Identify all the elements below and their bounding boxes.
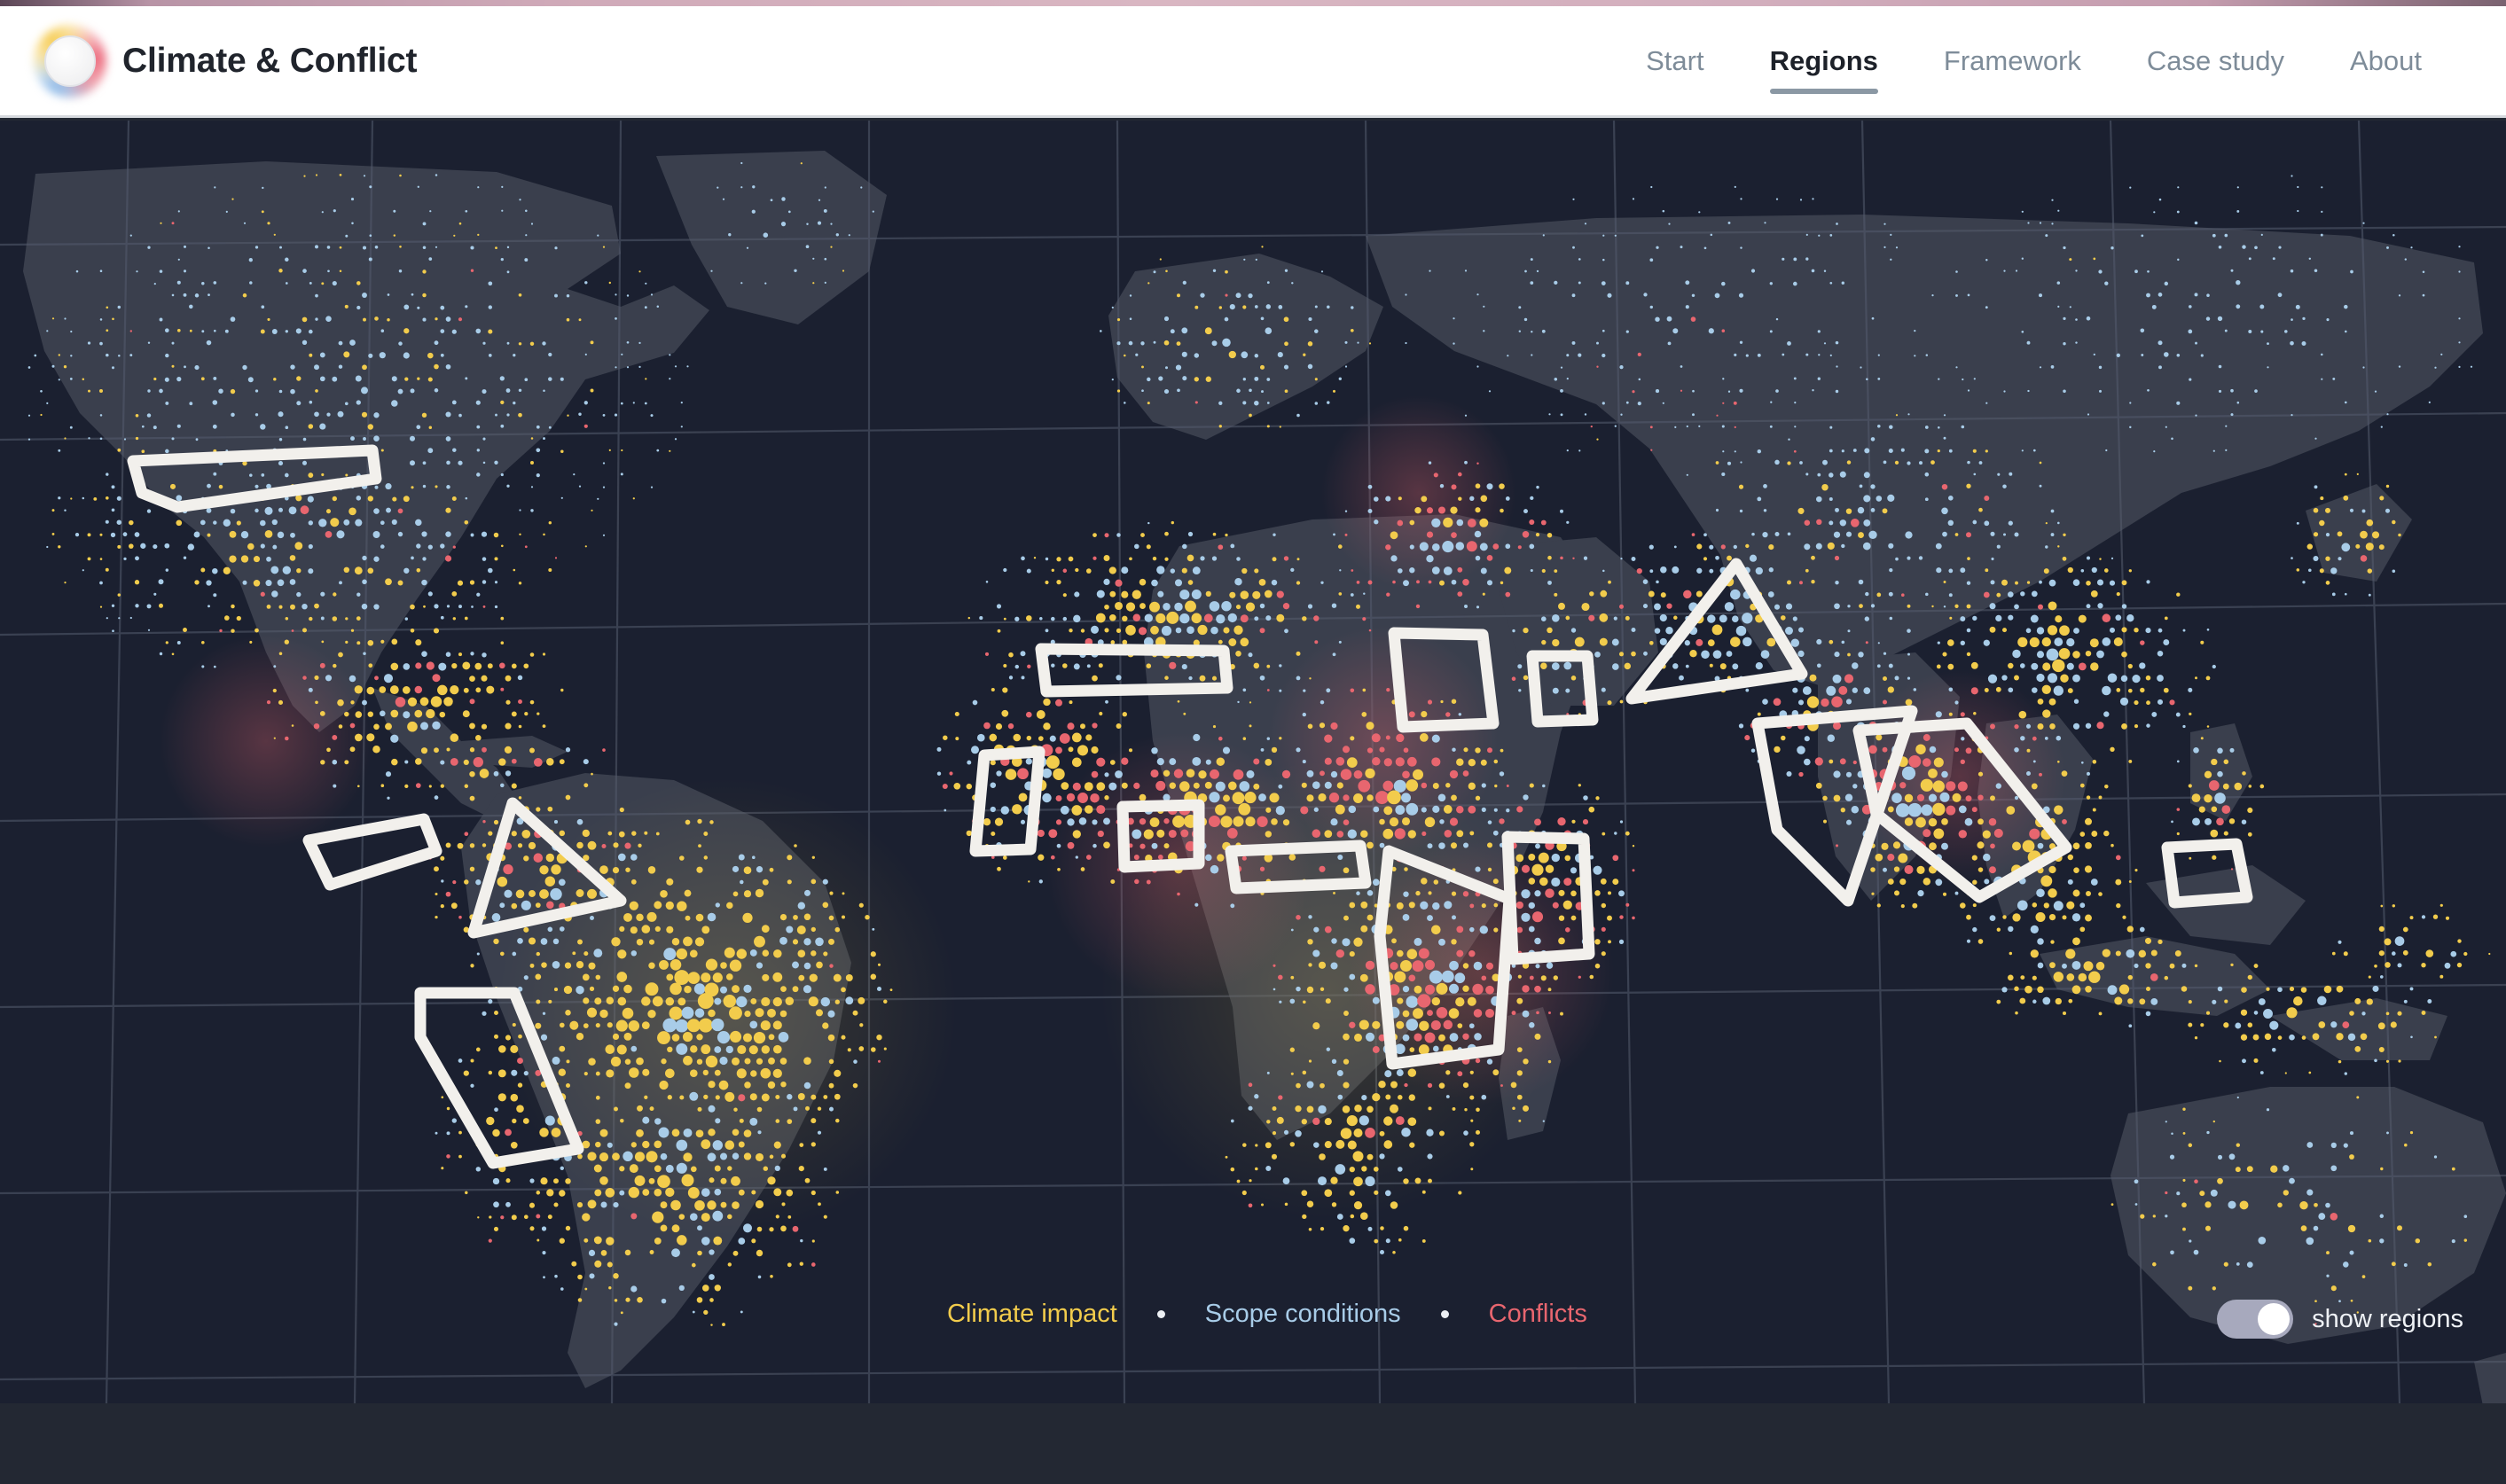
nav-item-case-study[interactable]: Case study bbox=[2114, 47, 2317, 74]
nav-item-about[interactable]: About bbox=[2317, 47, 2455, 74]
gradient-ring-icon bbox=[41, 32, 99, 90]
nav-item-framework[interactable]: Framework bbox=[1911, 47, 2114, 74]
site-header: Climate & Conflict Start Regions Framewo… bbox=[0, 6, 2506, 118]
legend-item-scope-conditions[interactable]: Scope conditions bbox=[1205, 1301, 1401, 1327]
world-map-canvas[interactable] bbox=[0, 121, 2506, 1403]
legend-item-conflicts[interactable]: Conflicts bbox=[1489, 1301, 1587, 1327]
page-root: Climate & Conflict Start Regions Framewo… bbox=[0, 0, 2506, 1484]
top-accent-strip bbox=[0, 0, 2506, 6]
show-regions-toggle-group[interactable]: show regions bbox=[2217, 1300, 2463, 1339]
legend-separator-dot bbox=[1441, 1310, 1449, 1318]
toggle-knob bbox=[2258, 1303, 2290, 1335]
legend-item-climate-impact[interactable]: Climate impact bbox=[947, 1301, 1117, 1327]
show-regions-label: show regions bbox=[2312, 1307, 2463, 1332]
nav-item-start[interactable]: Start bbox=[1613, 47, 1736, 74]
footer-strip bbox=[0, 1403, 2506, 1484]
main-navigation: Start Regions Framework Case study About bbox=[1613, 47, 2455, 74]
brand-logo-group[interactable]: Climate & Conflict bbox=[41, 32, 417, 90]
show-regions-toggle[interactable] bbox=[2217, 1300, 2293, 1339]
map-legend: Climate impact Scope conditions Conflict… bbox=[947, 1301, 1587, 1327]
brand-title: Climate & Conflict bbox=[122, 42, 417, 81]
nav-item-regions[interactable]: Regions bbox=[1737, 47, 1911, 74]
world-map[interactable] bbox=[0, 121, 2506, 1403]
legend-separator-dot bbox=[1157, 1310, 1165, 1318]
